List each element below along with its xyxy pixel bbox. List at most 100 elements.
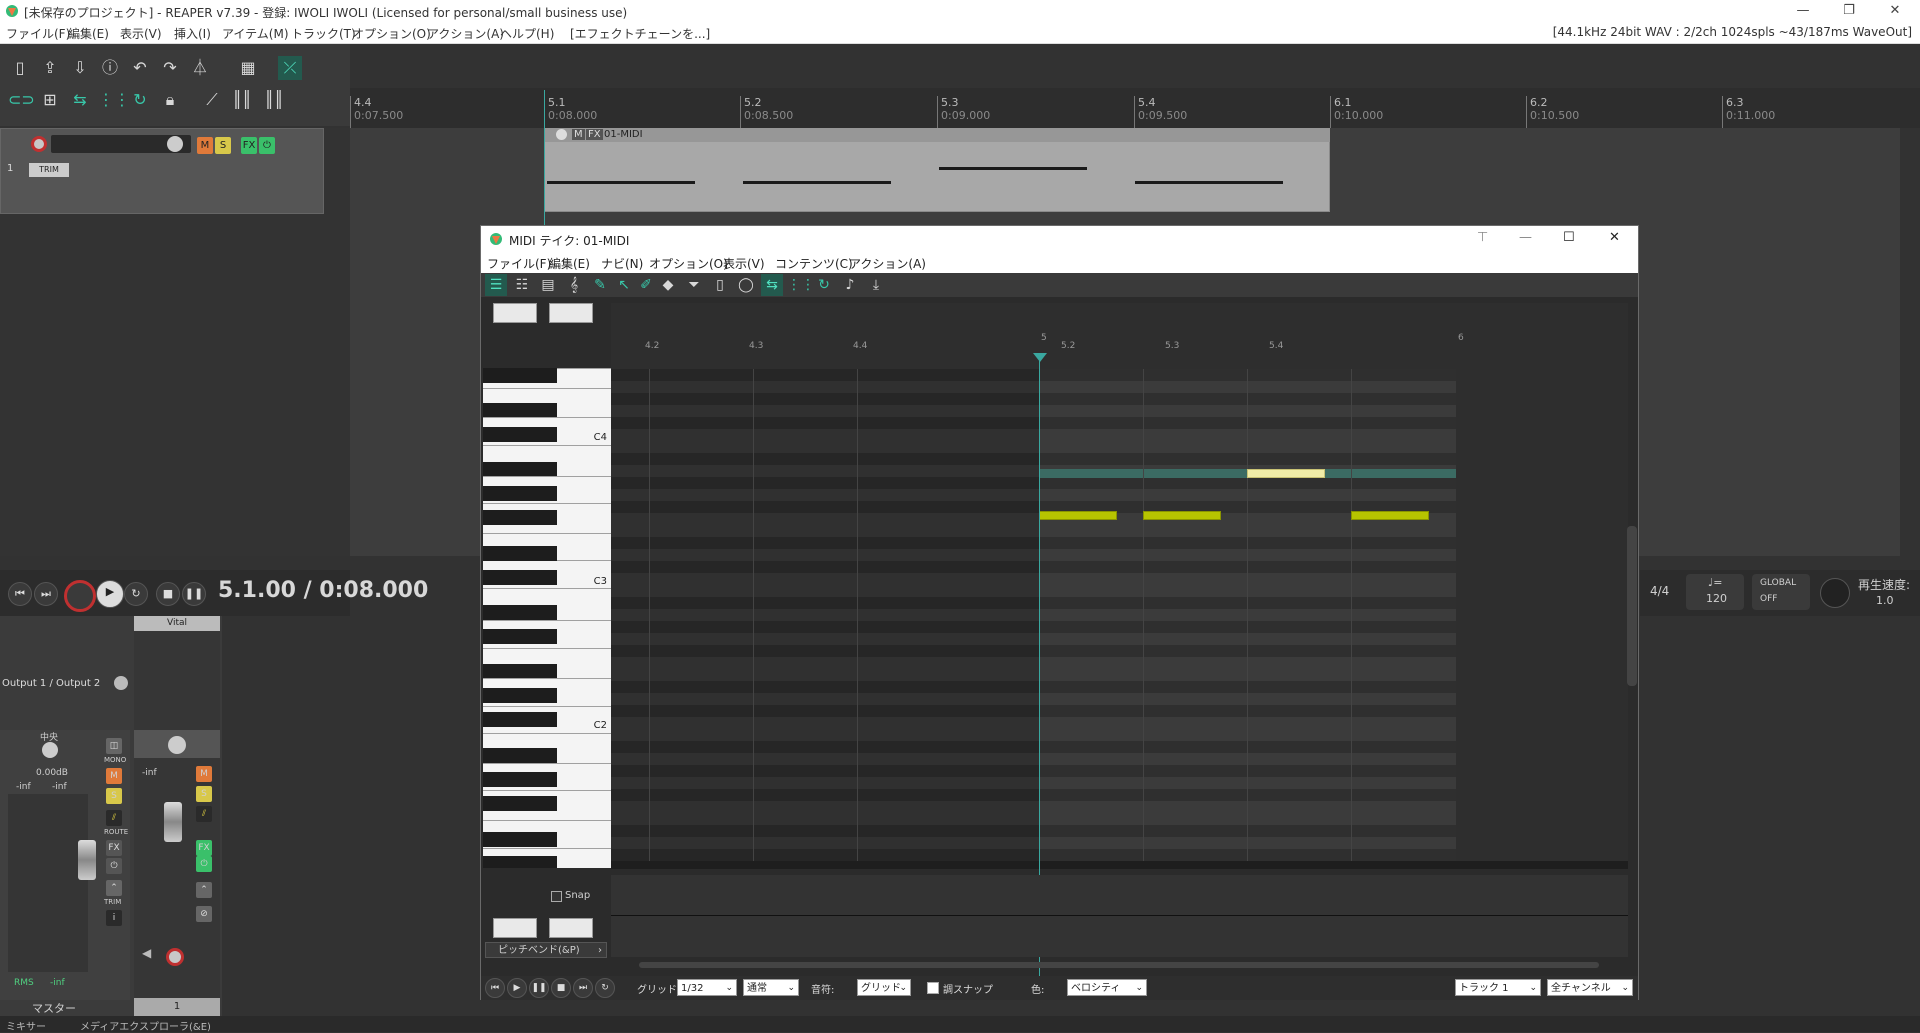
midi-maximize-button[interactable]: ☐ [1563, 230, 1575, 245]
midi-close-button[interactable]: ✕ [1609, 230, 1620, 245]
black-key[interactable] [483, 403, 557, 418]
chase-icon[interactable]: ⇆ [761, 274, 783, 296]
select-icon[interactable]: ↖ [613, 274, 635, 296]
bpm-box[interactable]: ♩= 120 [1686, 574, 1744, 610]
link-icon[interactable]: ⊂⊃ [8, 88, 35, 112]
minimize-button[interactable]: — [1780, 0, 1826, 22]
black-key[interactable] [483, 796, 557, 811]
midi-note[interactable] [1039, 511, 1117, 520]
black-key[interactable] [483, 772, 557, 787]
black-key[interactable] [483, 486, 557, 501]
vital-solo-button[interactable]: S [196, 786, 212, 802]
note-length-dropdown[interactable]: グリッド ⌄ [857, 979, 911, 996]
piano-roll-grid[interactable] [611, 303, 1628, 869]
midi-note[interactable] [1351, 511, 1429, 520]
save-project-icon[interactable]: ⇩ [68, 56, 92, 80]
master-solo-button[interactable]: S [106, 788, 122, 804]
vital-pan-knob[interactable] [168, 736, 186, 754]
mute-button[interactable]: M [197, 137, 213, 154]
download-icon[interactable]: ⤓ [865, 274, 887, 296]
named-notes-view-icon[interactable]: ☷ [511, 274, 533, 296]
key-snap-checkbox[interactable] [927, 982, 939, 994]
vital-fx-power-icon[interactable]: ⏻ [196, 856, 212, 872]
menu-options[interactable]: オプション(O) [352, 25, 431, 42]
microphone-icon[interactable]: ♪ [839, 274, 861, 296]
grid-lines-icon[interactable]: ⋮⋮ [98, 88, 130, 112]
tab-mixer[interactable]: ミキサー [6, 1018, 46, 1033]
cc-scroll-box-1[interactable] [493, 303, 537, 323]
menu-file[interactable]: ファイル(F) [6, 25, 70, 42]
route-icon[interactable]: ⫽ [106, 810, 122, 826]
black-key[interactable] [483, 546, 557, 561]
loop-icon[interactable]: ↻ [128, 88, 152, 112]
fx-button[interactable]: FX [241, 137, 257, 154]
black-key[interactable] [483, 664, 557, 679]
midi-pause-button[interactable]: ❚❚ [529, 978, 549, 998]
midi-menu-contents[interactable]: コンテンツ(C) [775, 255, 853, 272]
piano-alt-icon[interactable]: ║║ [262, 88, 286, 112]
filter-icon[interactable]: ⏷ [683, 274, 705, 296]
undo-icon[interactable]: ↶ [128, 56, 152, 80]
piano-key-icon[interactable]: ▯ [709, 274, 731, 296]
volume-knob[interactable] [167, 136, 183, 152]
output-knob[interactable] [114, 676, 128, 690]
cc-box-2[interactable] [549, 918, 593, 938]
time-signature[interactable]: 4/4 [1650, 584, 1669, 598]
black-key[interactable] [483, 368, 557, 383]
quantize-icon[interactable]: ◯ [735, 274, 757, 296]
menu-track[interactable]: トラック(T) [291, 25, 356, 42]
cc-scroll-box-2[interactable] [549, 303, 593, 323]
grid-icon[interactable]: ⋮⋮ [787, 274, 815, 296]
new-project-icon[interactable]: ▯ [8, 56, 32, 80]
menu-item[interactable]: アイテム(M) [222, 25, 289, 42]
piano-roll-view-icon[interactable]: ☰ [485, 274, 507, 296]
menu-edit[interactable]: 編集(E) [68, 25, 109, 42]
master-mute-button[interactable]: M [106, 768, 122, 784]
pin-icon[interactable]: ⊤ [1477, 230, 1488, 245]
lock-icon[interactable]: 🔒︎ [158, 88, 182, 112]
midi-go-end-button[interactable]: ⏭ [573, 978, 593, 998]
trim-button[interactable]: TRIM [29, 163, 69, 177]
vital-record-arm[interactable] [166, 948, 184, 966]
black-key[interactable] [483, 570, 557, 585]
record-arm-button[interactable] [31, 136, 47, 152]
stop-button[interactable]: ■ [156, 582, 180, 606]
close-button[interactable]: ✕ [1872, 0, 1918, 22]
snap-checkbox[interactable] [551, 891, 562, 902]
master-pan-knob[interactable] [42, 742, 58, 758]
record-button[interactable] [64, 580, 96, 612]
vital-track-name[interactable]: Vital [134, 616, 220, 631]
midi-menu-edit[interactable]: 編集(E) [549, 255, 590, 272]
vital-mute-button[interactable]: M [196, 766, 212, 782]
item-fx-button[interactable]: FX [586, 129, 603, 140]
go-end-button[interactable]: ⏭ [34, 582, 58, 606]
black-key[interactable] [483, 510, 557, 525]
metronome-icon[interactable]: ⏃ [188, 56, 212, 80]
piano-keyboard[interactable]: C4 C3 C2 [483, 368, 611, 868]
midi-minimize-button[interactable]: — [1519, 230, 1532, 245]
menu-insert[interactable]: 挿入(I) [174, 25, 211, 42]
midi-stop-button[interactable]: ■ [551, 978, 571, 998]
lane-divider[interactable] [611, 861, 1628, 869]
ripple-icon[interactable]: ⇆ [68, 88, 92, 112]
midi-repeat-button[interactable]: ↻ [595, 978, 615, 998]
redo-icon[interactable]: ↷ [158, 56, 182, 80]
loop-icon[interactable]: ↻ [813, 274, 835, 296]
mono-icon[interactable]: ◫ [106, 738, 122, 754]
global-box[interactable]: GLOBAL OFF [1752, 574, 1810, 610]
rate-knob[interactable] [1820, 578, 1850, 608]
vital-fx-button[interactable]: FX [196, 840, 212, 856]
vital-env-icon[interactable]: ⌃ [196, 882, 212, 898]
track-dropdown[interactable]: トラック 1 ⌄ [1455, 979, 1541, 996]
draw-icon[interactable]: ✐ [635, 274, 657, 296]
midi-go-start-button[interactable]: ⏮ [485, 978, 505, 998]
menu-view[interactable]: 表示(V) [120, 25, 162, 42]
item-mute-button[interactable]: M [572, 129, 585, 140]
vital-phase-icon[interactable]: ⊘ [196, 906, 212, 922]
repeat-button[interactable]: ↻ [124, 582, 148, 606]
play-button[interactable]: ▶ [96, 580, 124, 608]
grid-mode-dropdown[interactable]: 通常 ⌄ [743, 979, 799, 996]
black-key[interactable] [483, 712, 557, 727]
menu-fx-chain[interactable]: [エフェクトチェーンを...] [570, 25, 710, 42]
vital-fader[interactable] [164, 802, 182, 842]
